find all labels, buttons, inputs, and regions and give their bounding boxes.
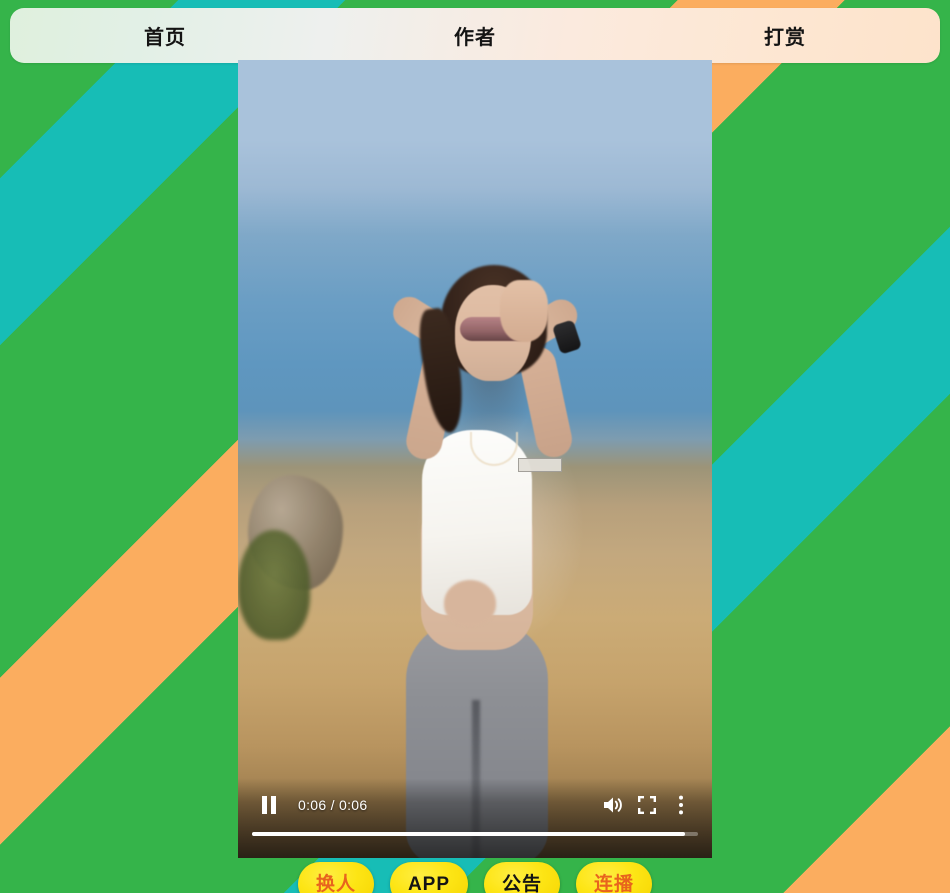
fullscreen-button[interactable] [630,788,664,822]
button-app-label: APP [407,873,451,893]
subject-wristwatch [551,319,583,355]
video-controls-row: 0:06 / 0:06 [238,788,712,822]
video-frame [238,60,712,858]
tab-author[interactable]: 作者 [320,8,630,63]
tab-author-label: 作者 [454,27,496,49]
tab-reward-label: 打赏 [764,27,806,49]
button-announcement[interactable]: 公告 [484,862,561,893]
subject-hand [500,280,548,342]
tab-home[interactable]: 首页 [10,8,320,63]
top-navigation-bar: 首页 作者 打赏 [10,8,940,63]
subject-midriff [444,580,496,626]
video-progress-fill [252,832,685,836]
volume-button[interactable] [596,788,630,822]
tab-home-label: 首页 [144,27,186,49]
button-switch-person[interactable]: 换人 [297,862,374,893]
page-root: 首页 作者 打赏 0:06 / 0:06 换人 APP 公告 连播 [0,0,950,893]
more-options-button[interactable] [664,788,698,822]
subject-top-logo [518,458,562,472]
button-app[interactable]: APP [389,862,469,893]
button-continuous-play-label: 连播 [594,873,635,893]
scenery-bush [238,530,310,640]
action-button-row: 换人 APP 公告 连播 [0,862,950,893]
video-controls-bar: 0:06 / 0:06 [238,778,712,858]
button-continuous-play[interactable]: 连播 [576,862,653,893]
play-pause-button[interactable] [252,788,286,822]
time-display: 0:06 / 0:06 [298,797,368,813]
video-progress-bar[interactable] [252,832,698,836]
video-player[interactable]: 0:06 / 0:06 [238,60,712,858]
button-switch-person-label: 换人 [315,873,356,893]
tab-reward[interactable]: 打赏 [630,8,940,63]
button-announcement-label: 公告 [502,873,543,893]
